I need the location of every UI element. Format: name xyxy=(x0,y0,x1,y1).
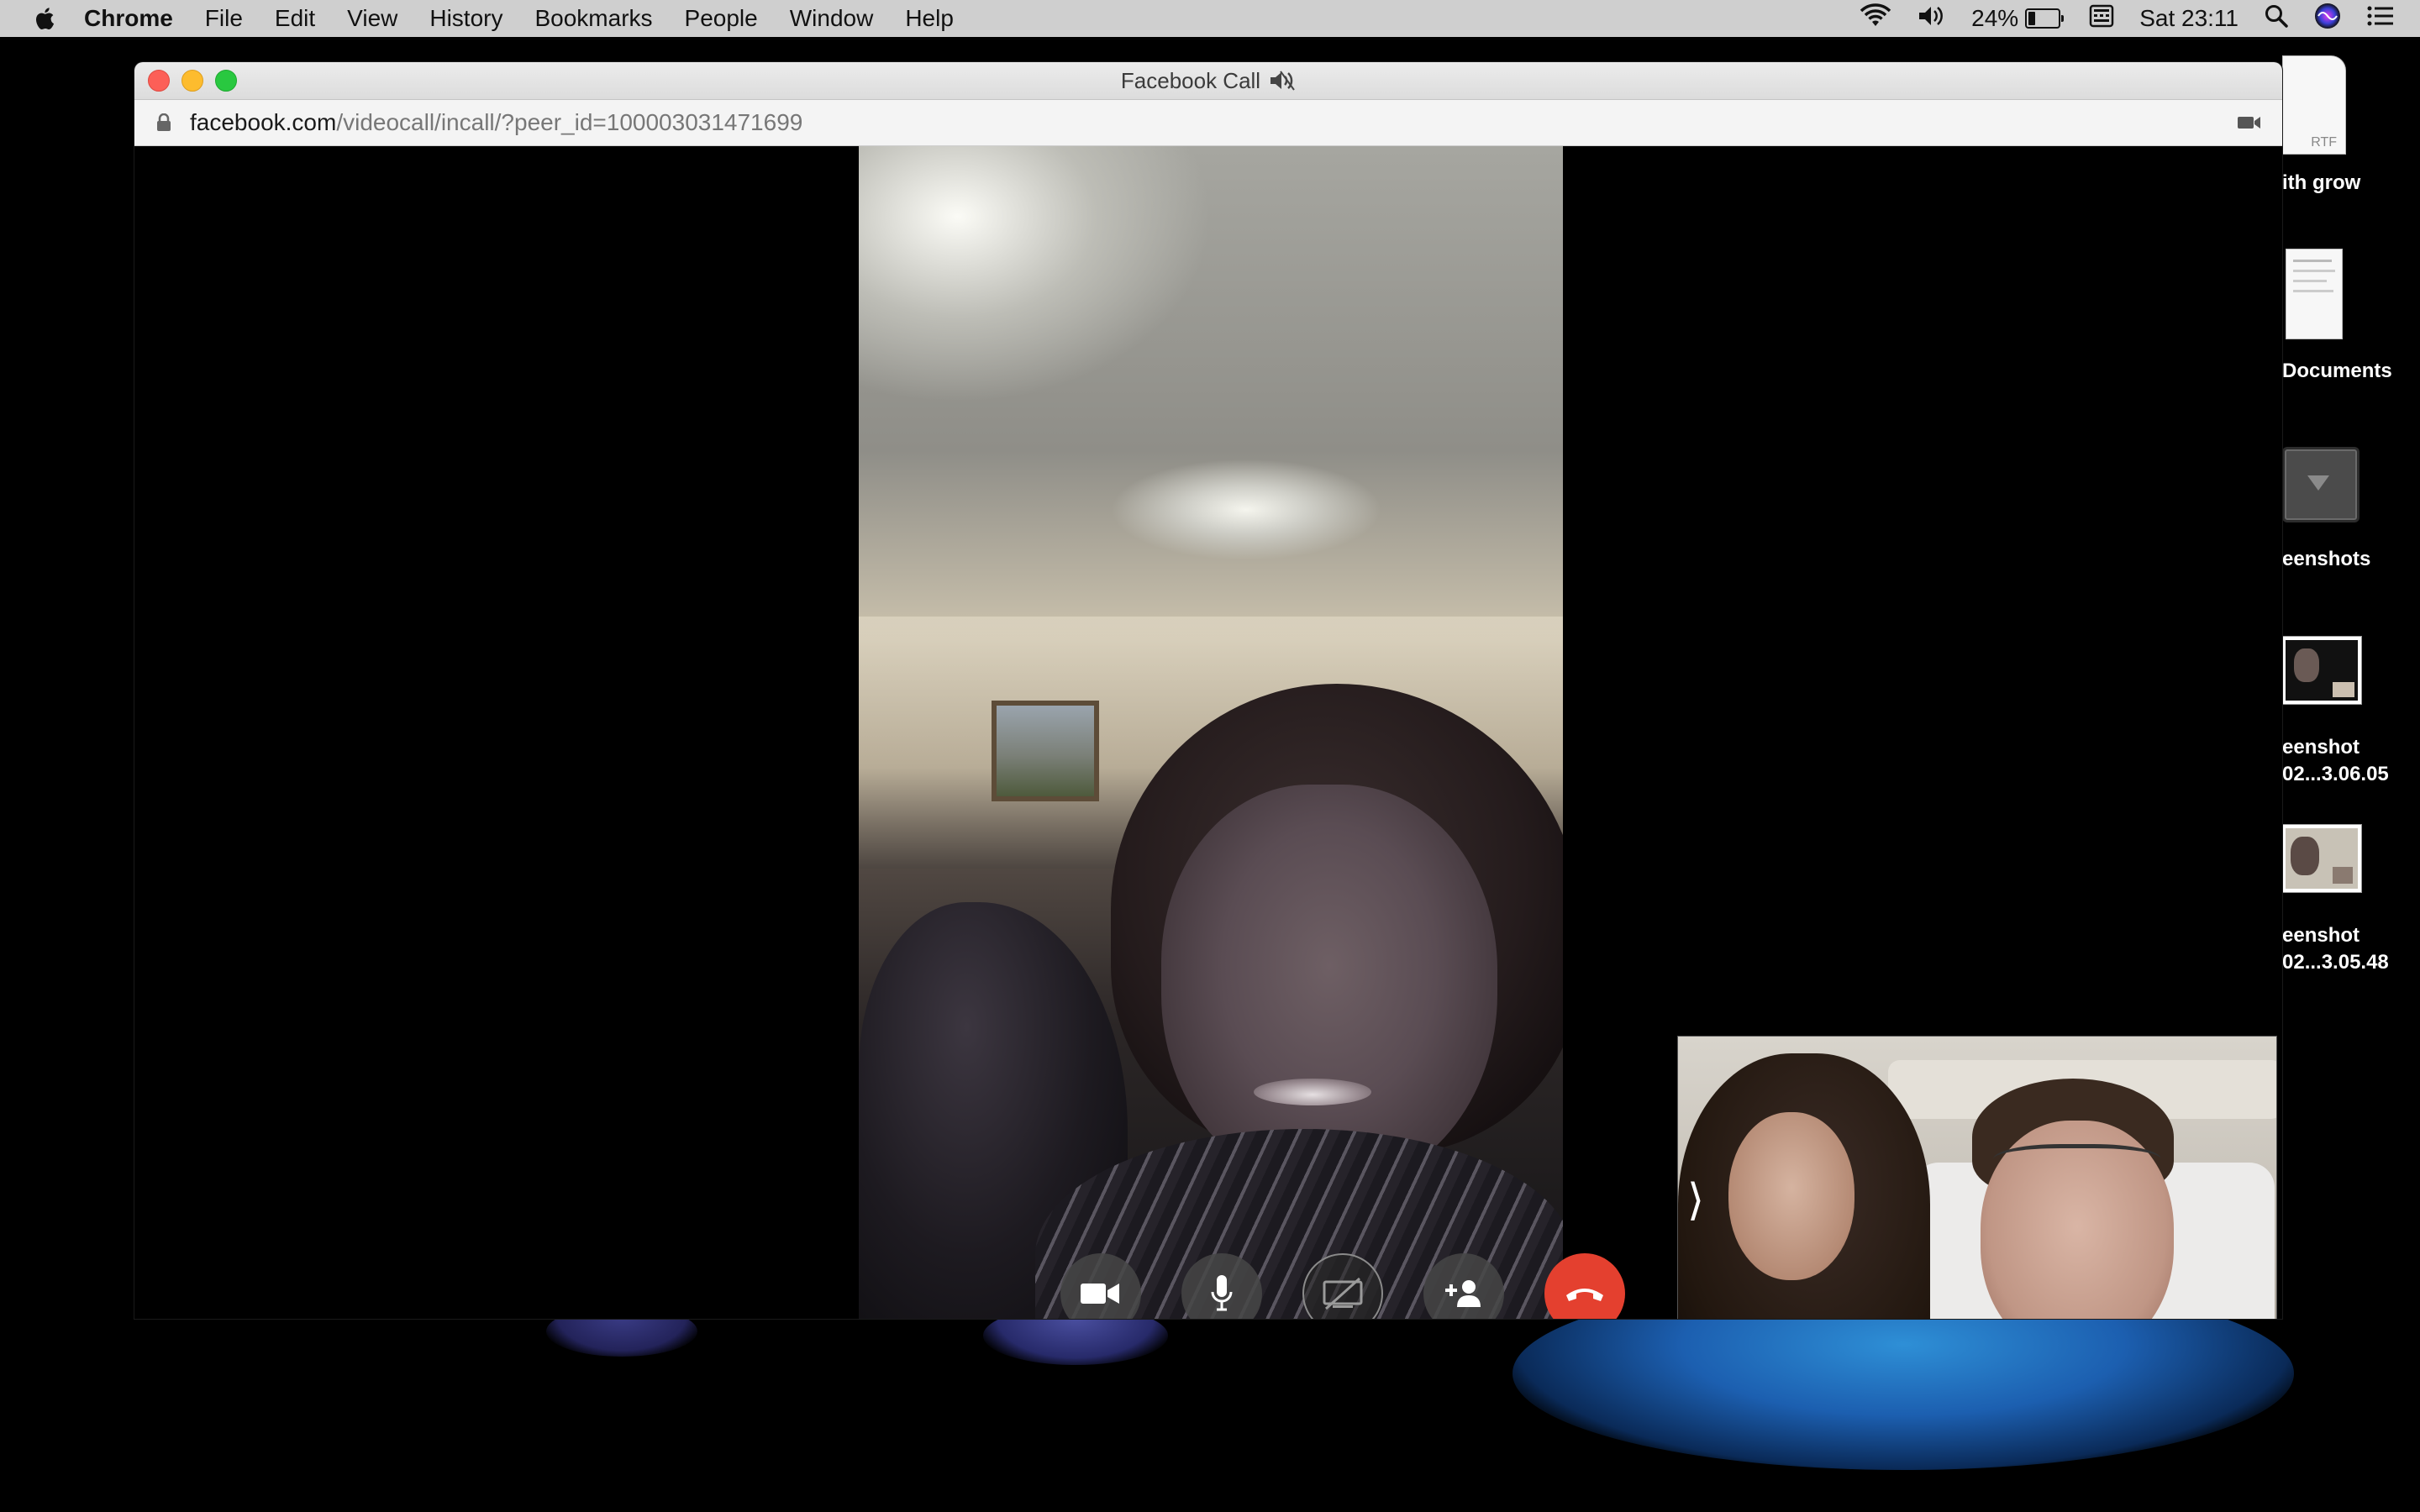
remote-video-feed[interactable] xyxy=(859,146,1563,1319)
screenshot-thumbnail-icon[interactable] xyxy=(2282,637,2361,704)
menu-people[interactable]: People xyxy=(685,5,758,32)
screen-share-icon xyxy=(1323,1277,1363,1310)
self-person-face xyxy=(1728,1112,1854,1280)
desktop-item-label[interactable]: eenshots xyxy=(2282,546,2370,573)
desktop-item-label[interactable]: Documents xyxy=(2282,358,2392,385)
window-title: Facebook Call xyxy=(134,62,2282,99)
hang-up-icon xyxy=(1566,1289,1603,1301)
desktop-item-label[interactable]: eenshot xyxy=(2282,734,2360,761)
call-controls xyxy=(1060,1253,1625,1319)
apple-icon[interactable] xyxy=(34,4,59,33)
desktop-item-label[interactable]: 02...3.05.48 xyxy=(2282,949,2389,976)
video-call-area: ⟩ xyxy=(134,146,2282,1319)
desktop-item-label[interactable]: 02...3.06.05 xyxy=(2282,761,2389,788)
screenshots-folder-icon[interactable] xyxy=(2282,447,2360,522)
url-text[interactable]: facebook.com/videocall/incall/?peer_id=1… xyxy=(190,109,802,136)
wifi-icon[interactable] xyxy=(1859,3,1892,34)
lock-icon[interactable] xyxy=(156,113,171,132)
notification-center-icon[interactable] xyxy=(2366,4,2395,34)
battery-icon xyxy=(2025,8,2061,29)
camera-in-use-icon[interactable] xyxy=(2237,114,2262,131)
input-source-icon[interactable] xyxy=(2089,4,2114,34)
battery-percent: 24% xyxy=(1971,5,2019,31)
self-view-collapse-button[interactable]: ⟩ xyxy=(1683,1171,1708,1230)
address-bar[interactable]: facebook.com/videocall/incall/?peer_id=1… xyxy=(134,100,2282,146)
menu-file[interactable]: File xyxy=(205,5,243,32)
menu-bar: Chrome File Edit View History Bookmarks … xyxy=(0,0,2420,37)
camera-toggle-button[interactable] xyxy=(1060,1253,1141,1319)
screen-share-button[interactable] xyxy=(1302,1253,1383,1319)
menu-window[interactable]: Window xyxy=(790,5,874,32)
rtf-badge: RTF xyxy=(2311,135,2337,150)
siri-icon[interactable] xyxy=(2314,3,2341,35)
menu-app-name[interactable]: Chrome xyxy=(84,5,173,32)
url-path: /videocall/incall/?peer_id=1000030314716… xyxy=(336,109,803,135)
screenshot-thumbnail-icon[interactable] xyxy=(2282,825,2361,892)
documents-icon[interactable] xyxy=(2286,249,2343,339)
volume-icon[interactable] xyxy=(1918,3,1946,34)
menu-edit[interactable]: Edit xyxy=(275,5,315,32)
chrome-window: Facebook Call facebook.com/videocall/inc… xyxy=(134,62,2282,1319)
remote-person-face xyxy=(1161,785,1497,1188)
menu-bookmarks[interactable]: Bookmarks xyxy=(534,5,652,32)
rtf-file-icon[interactable]: RTF xyxy=(2282,55,2346,155)
menu-help[interactable]: Help xyxy=(905,5,954,32)
add-person-button[interactable] xyxy=(1423,1253,1504,1319)
window-title-text: Facebook Call xyxy=(1120,67,1261,93)
add-person-icon xyxy=(1445,1280,1481,1307)
wall-picture xyxy=(992,701,1099,801)
desktop-item-label[interactable]: eenshot xyxy=(2282,922,2360,949)
microphone-button[interactable] xyxy=(1181,1253,1262,1319)
spotlight-search-icon[interactable] xyxy=(2264,3,2289,34)
battery-indicator[interactable]: 24% xyxy=(1971,5,2065,32)
end-call-button[interactable] xyxy=(1544,1253,1625,1319)
glasses xyxy=(1993,1144,2161,1182)
clock[interactable]: Sat 23:11 xyxy=(2139,5,2238,32)
desktop-item-label[interactable]: ith grow xyxy=(2282,170,2360,197)
microphone-icon xyxy=(1211,1275,1233,1311)
status-area: 24% Sat 23:11 xyxy=(1859,0,2420,37)
video-camera-icon xyxy=(1081,1284,1119,1304)
self-view-video[interactable]: ⟩ xyxy=(1677,1036,2277,1319)
menu-view[interactable]: View xyxy=(347,5,397,32)
url-host: facebook.com xyxy=(190,109,337,135)
menu-history[interactable]: History xyxy=(429,5,502,32)
title-bar[interactable]: Facebook Call xyxy=(134,62,2282,100)
tab-audio-icon[interactable] xyxy=(1269,70,1296,92)
